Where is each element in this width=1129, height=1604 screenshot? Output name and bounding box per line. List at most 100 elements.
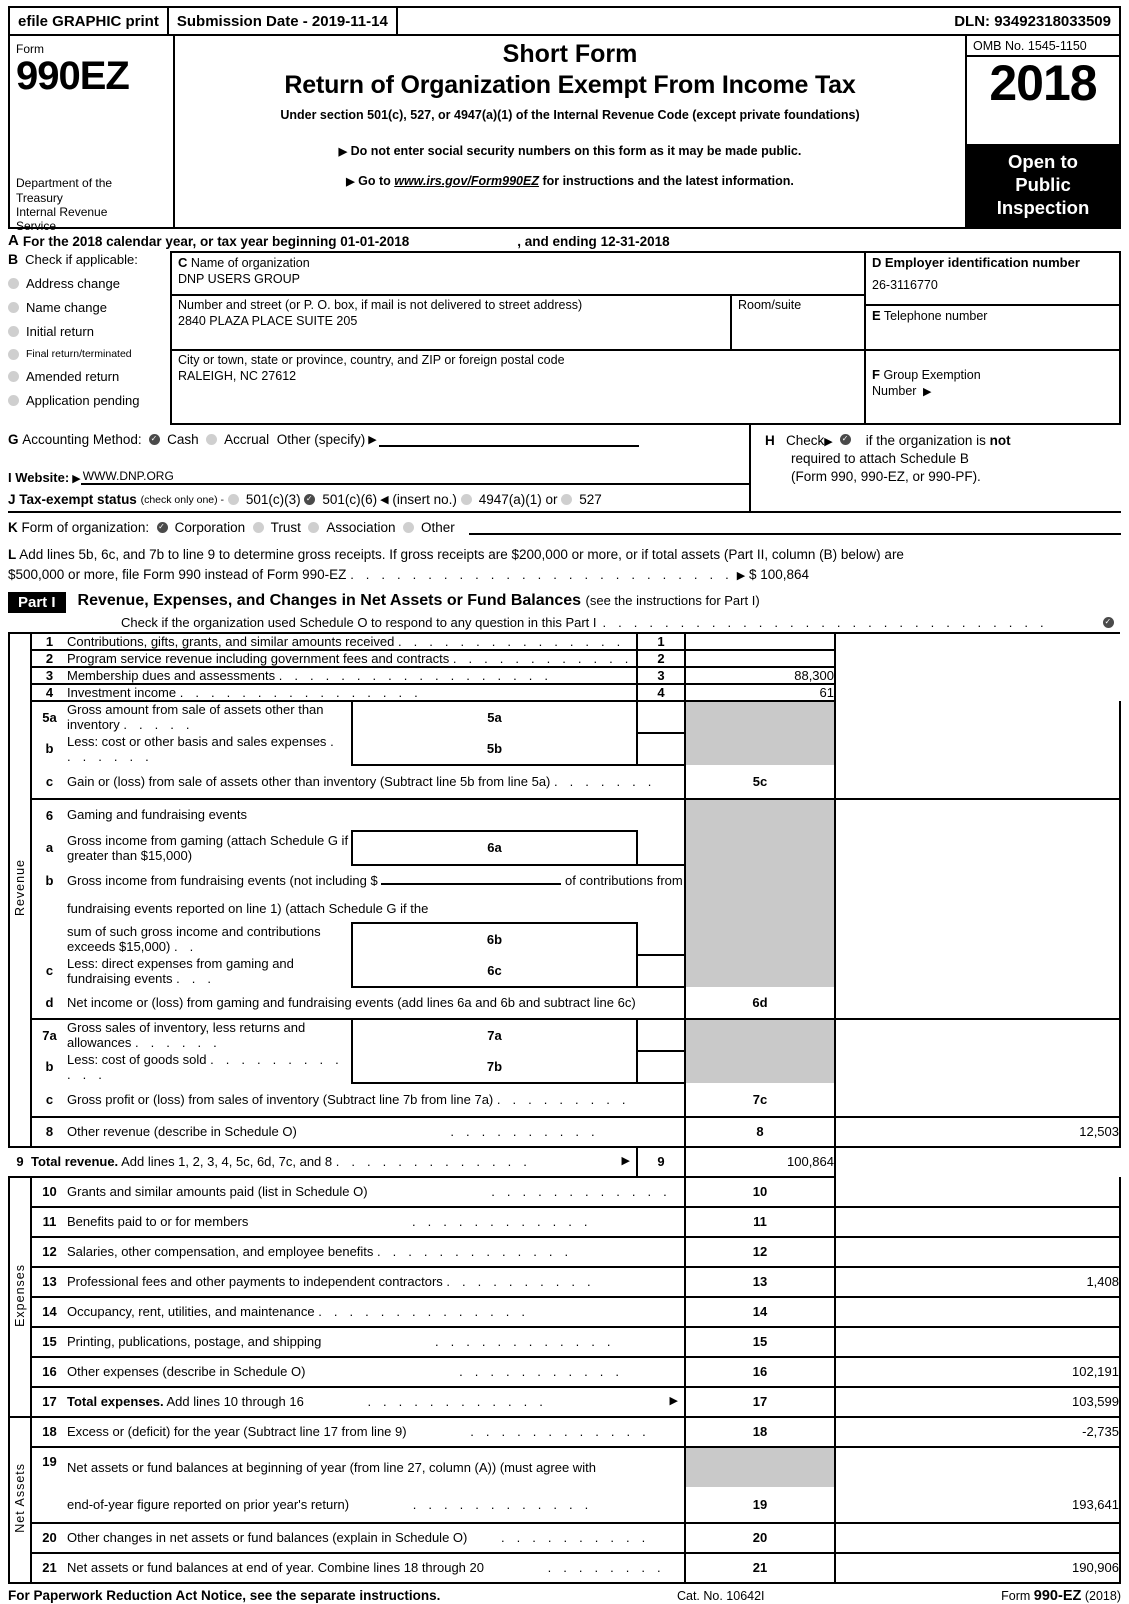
line-6b-contrib-input[interactable] (381, 882, 562, 885)
trust-checkbox-icon[interactable] (252, 522, 264, 533)
checkbox-application-pending[interactable]: Application pending (8, 393, 166, 408)
line-11-code: 11 (684, 1206, 836, 1238)
accounting-other-input[interactable] (378, 433, 639, 447)
line-12-amount[interactable] (835, 1236, 1121, 1268)
line-10-amount[interactable] (835, 1176, 1121, 1208)
line-7c-number: c (31, 1082, 67, 1118)
amended-return-checkbox-icon[interactable] (8, 371, 19, 382)
line-19-amount-spacer (835, 1446, 1121, 1487)
section-b-checkboxes: B Check if applicable: Address change Nam… (8, 251, 170, 425)
tax-year-begin-date[interactable]: 01-01-2018 (340, 234, 409, 249)
line-8-amount[interactable]: 12,503 (835, 1116, 1121, 1148)
line-7a-inner-amount[interactable] (637, 1018, 685, 1052)
schedule-o-checkbox-icon[interactable] (1103, 616, 1114, 628)
checkbox-amended-return[interactable]: Amended return (8, 369, 166, 384)
line-9-amount[interactable]: 100,864 (685, 1146, 836, 1178)
line-5a-inner-code: 5a (351, 699, 638, 733)
accrual-checkbox-icon[interactable] (206, 434, 218, 445)
k-other-checkbox-icon[interactable] (402, 522, 414, 533)
line-1-amount[interactable] (685, 631, 836, 651)
checkbox-name-change[interactable]: Name change (8, 300, 166, 315)
line-18-number: 18 (31, 1416, 67, 1448)
section-l-dots: . . . . . . . . . . . . . . . . . . . . … (350, 566, 733, 582)
status-501c-insert-number[interactable]: 6 (365, 492, 373, 507)
checkbox-initial-return[interactable]: Initial return (8, 324, 166, 339)
application-pending-checkbox-icon[interactable] (8, 395, 19, 406)
line-5a-code-spacer (684, 700, 836, 733)
line-15-amount[interactable] (835, 1326, 1121, 1358)
line-5c-amount[interactable] (835, 764, 1121, 800)
k-other-input[interactable] (468, 521, 1121, 535)
section-l-amount-prefix: $ (748, 566, 757, 582)
org-name-value[interactable]: DNP USERS GROUP (178, 272, 864, 286)
line-21-amount[interactable]: 190,906 (835, 1552, 1121, 1584)
line-18-amount[interactable]: -2,735 (835, 1416, 1121, 1448)
line-19-amount[interactable]: 193,641 (835, 1486, 1121, 1524)
association-checkbox-icon[interactable] (308, 522, 320, 533)
line-5b-inner-amount[interactable] (637, 732, 685, 766)
line-20-code: 20 (684, 1522, 836, 1554)
omb-number-label: OMB No. 1545-1150 (967, 36, 1119, 57)
status-501c-other-checkbox-icon[interactable] (304, 493, 316, 505)
gross-receipts-amount[interactable]: 100,864 (760, 567, 809, 582)
line-6-amount-spacer (835, 798, 1121, 831)
org-city-value[interactable]: RALEIGH, NC 27612 (178, 369, 864, 383)
line-7c-amount[interactable] (835, 1082, 1121, 1118)
group-exemption-label: Group Exemption (883, 368, 981, 382)
initial-return-checkbox-icon[interactable] (8, 326, 19, 337)
line-5a-text: Gross amount from sale of assets other t… (67, 702, 324, 732)
address-change-checkbox-icon[interactable] (8, 278, 19, 289)
line-6b-inner-amount[interactable] (637, 922, 685, 956)
revenue-band-label: Revenue (8, 631, 32, 1148)
line-6c-inner-amount[interactable] (637, 954, 685, 988)
checkbox-final-return[interactable]: Final return/terminated (8, 348, 166, 360)
line-21-number: 21 (31, 1552, 67, 1584)
schedule-b-not-required-checkbox-icon[interactable] (840, 433, 852, 445)
org-street-row: Number and street (or P. O. box, if mail… (172, 296, 864, 351)
line-6-text: Gaming and fundraising events (67, 807, 247, 822)
name-change-checkbox-icon[interactable] (8, 302, 19, 313)
org-street-value[interactable]: 2840 PLAZA PLACE SUITE 205 (178, 314, 730, 328)
table-row-7a: 7a Gross sales of inventory, less return… (9, 1017, 1121, 1052)
line-7a-inner-code: 7a (351, 1017, 638, 1051)
telephone-cell: E Telephone number (866, 306, 1119, 351)
final-return-checkbox-icon[interactable] (8, 348, 19, 360)
corporation-checkbox-icon[interactable] (156, 521, 168, 533)
status-4947a1-checkbox-icon[interactable] (460, 494, 472, 505)
section-b-heading-text: Check if applicable: (25, 252, 138, 267)
line-2-amount[interactable] (685, 649, 836, 668)
irs-form990ez-link[interactable]: www.irs.gov/Form990EZ (394, 174, 539, 188)
section-j-label: J (8, 492, 16, 507)
status-527-checkbox-icon[interactable] (561, 494, 573, 505)
line-3-amount[interactable]: 88,300 (685, 666, 836, 685)
short-form-title: Short Form (502, 40, 638, 68)
line-20-amount[interactable] (835, 1522, 1121, 1554)
checkbox-address-change[interactable]: Address change (8, 276, 166, 291)
line-14-amount[interactable] (835, 1296, 1121, 1328)
part-i-badge: Part I (8, 591, 66, 613)
line-6a-inner-amount[interactable] (637, 830, 685, 866)
name-change-label: Name change (26, 300, 107, 315)
form-footer-right: Form 990-EZ (2018) (1001, 1588, 1121, 1604)
line-7a-amount-spacer (835, 1018, 1121, 1051)
line-12-number: 12 (31, 1236, 67, 1268)
line-6d-amount[interactable] (835, 986, 1121, 1020)
bullet-triangle-icon-2: ▶ (346, 176, 355, 188)
line-13-amount[interactable]: 1,408 (835, 1266, 1121, 1298)
open-to-line3: Inspection (996, 196, 1090, 218)
website-value[interactable]: WWW.DNP.ORG (80, 469, 749, 485)
cash-checkbox-icon[interactable] (149, 433, 161, 445)
status-501c3-checkbox-icon[interactable] (227, 494, 239, 505)
line-16-amount[interactable]: 102,191 (835, 1356, 1121, 1388)
line-13-code: 13 (684, 1266, 836, 1298)
ein-value[interactable]: 26-3116770 (872, 278, 1119, 292)
line-4-amount[interactable]: 61 (685, 683, 836, 702)
line-17-amount[interactable]: 103,599 (835, 1386, 1121, 1418)
line-5a-inner-amount[interactable] (637, 700, 685, 734)
line-11-amount[interactable] (835, 1206, 1121, 1238)
line-7b-inner-amount[interactable] (637, 1050, 685, 1084)
line-17-code: 17 (684, 1386, 836, 1418)
open-to-line2: Public (1015, 173, 1071, 195)
tax-year-end-date[interactable]: 12-31-2018 (601, 234, 670, 249)
line-11-text: Benefits paid to or for members . . . . … (67, 1206, 685, 1238)
